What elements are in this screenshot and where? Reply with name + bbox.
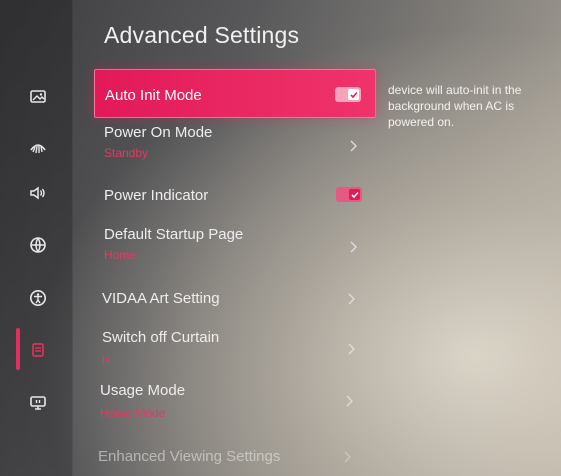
check-icon bbox=[349, 189, 360, 200]
auto-init-mode-toggle[interactable] bbox=[335, 87, 361, 102]
setting-value: ls bbox=[102, 353, 111, 367]
check-icon bbox=[348, 89, 359, 100]
setting-label: Enhanced Viewing Settings bbox=[98, 448, 281, 465]
setting-row-default-startup-page[interactable]: Default Startup Page Home bbox=[94, 226, 376, 272]
page-title: Advanced Settings bbox=[104, 22, 300, 48]
setting-value: Home Mode bbox=[100, 406, 166, 420]
setting-row-enhanced-viewing-settings[interactable]: Enhanced Viewing Settings bbox=[88, 448, 370, 468]
setting-label: Switch off Curtain bbox=[102, 329, 220, 346]
setting-row-switch-off-curtain[interactable]: Switch off Curtain ls bbox=[92, 329, 374, 375]
power-indicator-toggle[interactable] bbox=[336, 187, 362, 202]
chevron-right-icon bbox=[348, 240, 358, 254]
setting-row-power-on-mode[interactable]: Power On Mode Standby bbox=[94, 124, 376, 170]
sound-wave-icon[interactable] bbox=[28, 137, 48, 157]
chevron-right-icon bbox=[346, 292, 356, 306]
chevron-right-icon bbox=[344, 394, 354, 408]
chevron-right-icon bbox=[346, 342, 356, 356]
setting-label: VIDAA Art Setting bbox=[102, 290, 220, 307]
setting-row-usage-mode[interactable]: Usage Mode Home Mode bbox=[90, 382, 372, 428]
system-icon[interactable] bbox=[28, 340, 48, 360]
speaker-icon[interactable] bbox=[28, 183, 48, 203]
picture-icon[interactable] bbox=[28, 87, 48, 107]
setting-label: Default Startup Page bbox=[104, 226, 244, 243]
sidebar-active-indicator bbox=[16, 328, 20, 370]
setting-description: device will auto-init in the background … bbox=[388, 83, 522, 129]
setting-label: Power On Mode bbox=[104, 124, 213, 141]
network-globe-icon[interactable] bbox=[28, 235, 48, 255]
accessibility-icon[interactable] bbox=[28, 288, 48, 308]
support-icon[interactable] bbox=[28, 393, 48, 413]
setting-value: Standby bbox=[104, 146, 149, 160]
setting-row-vidaa-art-setting[interactable]: VIDAA Art Setting bbox=[92, 290, 374, 310]
setting-value: Home bbox=[104, 248, 137, 262]
setting-row-auto-init-mode[interactable]: Auto Init Mode bbox=[94, 69, 376, 118]
chevron-right-icon bbox=[342, 450, 352, 464]
setting-label: Usage Mode bbox=[100, 382, 186, 399]
sidebar bbox=[0, 0, 73, 476]
setting-row-power-indicator[interactable]: Power Indicator bbox=[94, 187, 376, 207]
chevron-right-icon bbox=[348, 139, 358, 153]
